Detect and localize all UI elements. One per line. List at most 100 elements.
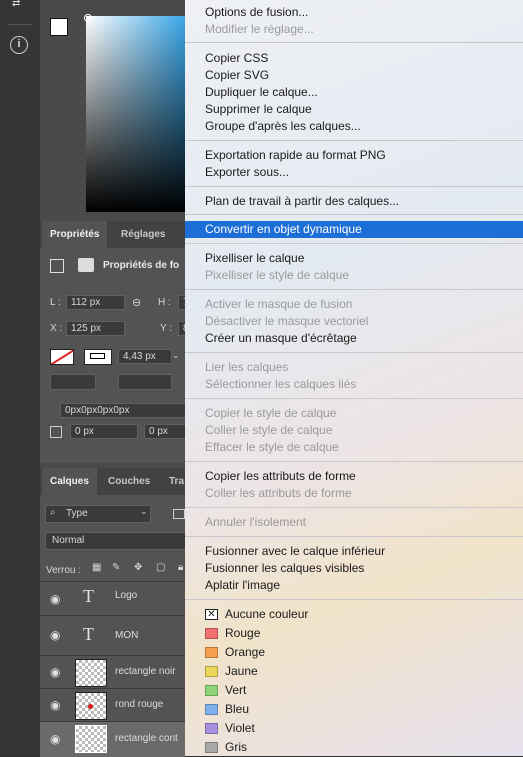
menu-item-export-as[interactable]: Exporter sous... [205,164,289,181]
visibility-eye-icon[interactable]: ◉ [50,666,60,678]
stroke-swatch[interactable] [84,349,112,365]
visibility-eye-icon[interactable]: ◉ [50,629,60,641]
menu-separator [185,398,523,399]
menu-item-copy-shape-attributes[interactable]: Copier les attributs de forme [205,468,356,485]
menu-separator [185,243,523,244]
tab-channels[interactable]: Couches [100,468,158,495]
layer-name: Logo [115,590,138,601]
visibility-eye-icon[interactable]: ◉ [50,593,60,605]
menu-item-color-violet[interactable]: Violet [225,720,255,737]
layer-row-rectangle-noir[interactable]: ◉ rectangle noir [40,655,185,689]
menu-separator [185,461,523,462]
h-label: H : [158,297,171,308]
tab-adjustments[interactable]: Réglages [113,221,173,248]
stroke-width-field[interactable]: 4,43 px [118,349,172,364]
menu-item-duplicate-layer[interactable]: Dupliquer le calque... [205,84,318,101]
menu-item-merge-down[interactable]: Fusionner avec le calque inférieur [205,543,385,560]
menu-separator [185,214,523,215]
properties-body: Propriétés de fo L : 112 px ⊖ H : 7 X : … [40,248,198,463]
color-swatch-violet [205,723,218,734]
layer-name: MON [115,630,139,641]
menu-item-merge-visible[interactable]: Fusionner les calques visibles [205,560,364,577]
blend-mode-dropdown[interactable]: Normal [45,532,187,550]
divider [8,24,32,25]
menu-item-delete-layer[interactable]: Supprimer le calque [205,101,312,118]
layer-thumbnail [75,659,107,687]
color-picker-panel [40,0,185,217]
tab-properties[interactable]: Propriétés [42,221,108,248]
menu-item-artboard-from-layers[interactable]: Plan de travail à partir des calques... [205,193,399,210]
lock-transparency-icon[interactable]: ▦ [92,562,101,573]
foreground-color-swatch[interactable] [50,18,68,36]
menu-item-clear-layer-style[interactable]: Effacer le style de calque [205,439,339,456]
menu-item-paste-layer-style[interactable]: Coller le style de calque [205,422,332,439]
menu-separator [185,599,523,600]
text-layer-icon: T [83,586,94,606]
layer-thumbnail [75,692,107,720]
stroke-align-dropdown[interactable] [50,374,96,390]
visibility-eye-icon[interactable]: ◉ [50,733,60,745]
layer-name: rectangle noir [115,666,176,677]
menu-item-color-yellow[interactable]: Jaune [225,663,258,680]
menu-item-copy-svg[interactable]: Copier SVG [205,67,269,84]
layer-context-menu: Options de fusion... Modifier le réglage… [185,0,523,756]
menu-item-color-gray[interactable]: Gris [225,739,247,756]
menu-item-color-red[interactable]: Rouge [225,625,260,642]
menu-item-flatten-image[interactable]: Aplatir l'image [205,577,280,594]
menu-item-edit-adjustment[interactable]: Modifier le réglage... [205,21,314,38]
properties-tabbar: Propriétés Réglages [40,221,185,248]
menu-separator [185,536,523,537]
x-field[interactable]: 125 px [66,321,125,336]
menu-item-blending-options[interactable]: Options de fusion... [205,4,308,21]
layer-row-mon[interactable]: ◉ T MON [40,615,185,656]
menu-item-select-linked-layers[interactable]: Sélectionner les calques liés [205,376,356,393]
layer-row-rond-rouge[interactable]: ◉ rond rouge [40,688,185,722]
stroke-width-dropdown-icon[interactable]: ⌄ [172,350,180,361]
menu-item-disable-vector-mask[interactable]: Désactiver le masque vectoriel [205,313,368,330]
menu-item-rasterize-layer[interactable]: Pixelliser le calque [205,250,304,267]
menu-item-convert-smart-object[interactable]: Convertir en objet dynamique [205,221,362,238]
filter-chevron-icon: ⌄ [140,506,148,516]
color-field[interactable] [86,16,185,212]
menu-item-rasterize-layer-style[interactable]: Pixelliser le style de calque [205,267,349,284]
width-field[interactable]: 112 px [66,295,125,310]
menu-item-link-layers[interactable]: Lier les calques [205,359,288,376]
layer-row-rectangle-cont[interactable]: ◉ rectangle cont [40,721,185,757]
corner-1-field[interactable]: 0 px [70,424,138,439]
swap-colors-icon[interactable]: ⇄ [12,0,26,10]
stroke-caps-dropdown[interactable] [118,374,172,390]
layer-filter-dropdown[interactable]: ⌕ Type ⌄ [45,505,151,523]
corner-radius-field[interactable]: 0px0px0px0px [60,403,186,418]
mask-props-icon[interactable] [78,258,94,272]
menu-item-group-from-layers[interactable]: Groupe d'après les calques... [205,118,361,135]
tab-layers[interactable]: Calques [42,468,97,495]
visibility-eye-icon[interactable]: ◉ [50,699,60,711]
lock-all-icon[interactable]: 🔒︎ [178,562,183,573]
link-icon[interactable]: ⊖ [132,296,141,309]
menu-item-color-green[interactable]: Vert [225,682,246,699]
menu-item-copy-layer-style[interactable]: Copier le style de calque [205,405,336,422]
stroke-swatch-inner [90,353,105,359]
menu-item-color-blue[interactable]: Bleu [225,701,249,718]
fill-swatch[interactable] [50,349,74,365]
menu-item-release-isolation[interactable]: Annuler l'isolement [205,514,306,531]
menu-item-quick-export-png[interactable]: Exportation rapide au format PNG [205,147,386,164]
menu-item-paste-shape-attributes[interactable]: Coller les attributs de forme [205,485,352,502]
corner-link-checkbox[interactable] [50,426,62,438]
lock-position-icon[interactable]: ✥ [134,562,142,573]
menu-item-create-clipping-mask[interactable]: Créer un masque d'écrêtage [205,330,357,347]
image-filter-icon[interactable] [173,509,185,519]
menu-item-color-orange[interactable]: Orange [225,644,265,661]
info-icon[interactable]: i [10,36,28,54]
color-swatch-green [205,685,218,696]
layer-row-logo[interactable]: ◉ T Logo [40,581,185,616]
lock-artboard-icon[interactable]: ▢ [156,562,165,573]
blend-mode-value: Normal [52,535,85,546]
menu-item-copy-css[interactable]: Copier CSS [205,50,268,67]
x-label: X : [50,323,63,334]
color-picker-handle[interactable] [84,14,92,22]
lock-label: Verrou : [46,565,82,576]
menu-item-enable-layer-mask[interactable]: Activer le masque de fusion [205,296,352,313]
lock-pixels-icon[interactable]: ✎ [112,562,120,573]
menu-item-color-none[interactable]: Aucune couleur [225,606,308,623]
